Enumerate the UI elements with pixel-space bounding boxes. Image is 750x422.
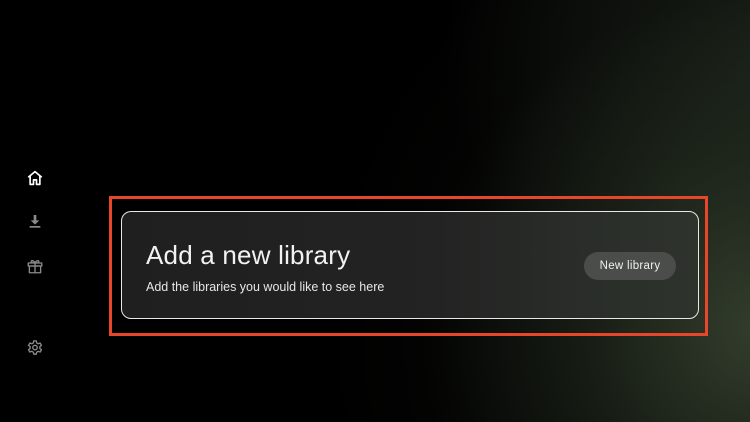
add-library-card[interactable]: Add a new library Add the libraries you … — [121, 211, 699, 319]
nav-downloads[interactable] — [24, 210, 46, 232]
new-library-button[interactable]: New library — [584, 252, 676, 280]
home-icon — [26, 169, 44, 187]
nav-settings[interactable] — [24, 337, 46, 359]
download-icon — [27, 213, 43, 229]
sidebar — [0, 0, 70, 422]
nav-home[interactable] — [24, 167, 46, 189]
gear-icon — [26, 339, 44, 357]
card-subtitle: Add the libraries you would like to see … — [146, 280, 385, 294]
nav-gifts[interactable] — [24, 255, 46, 277]
gift-icon — [26, 257, 44, 275]
card-title: Add a new library — [146, 240, 351, 270]
